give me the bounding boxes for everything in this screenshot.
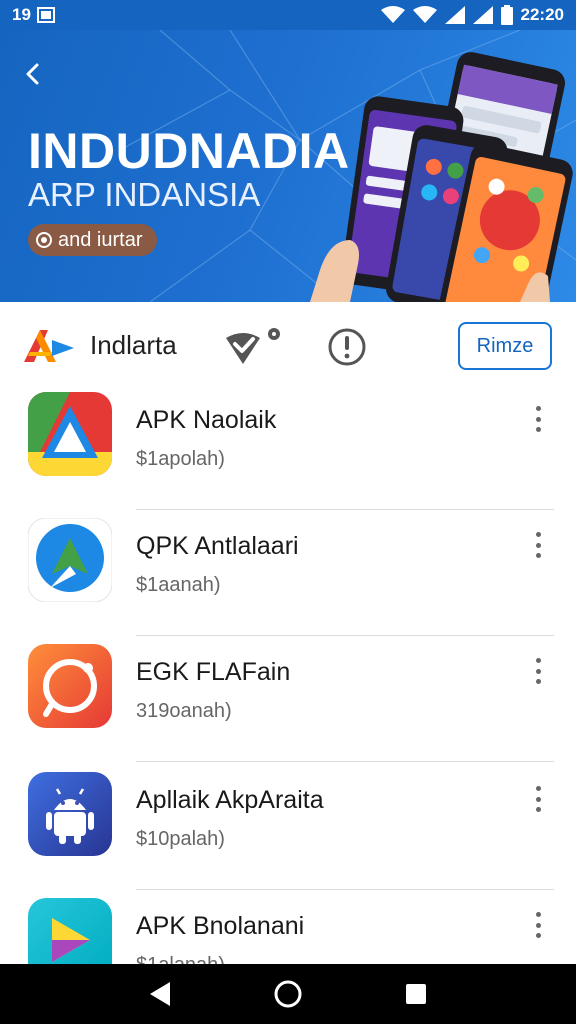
signal-secondary-icon [472,6,493,24]
primary-action-button[interactable]: Rimze [458,322,552,370]
hero-chip[interactable]: and iurtar [28,224,157,256]
home-circle-icon [274,980,302,1008]
app-title: APK Naolaik [136,406,277,434]
app-title: Apllaik AkpAraita [136,786,324,814]
hero-title: INDUDNADIA [28,123,350,179]
battery-icon [500,5,513,25]
nav-back-button[interactable] [140,974,180,1014]
toolbar: Indlarta Rimze [0,302,576,390]
nav-recents-button[interactable] [396,974,436,1014]
app-subtitle: 319oanah) [136,700,232,722]
gradient-arrow-app-icon [28,898,112,964]
status-clock-left: 19 [12,5,31,24]
orange-ring-app-icon [28,644,112,728]
signal-icon [444,6,465,24]
brand-logo-icon [24,330,74,362]
more-options-icon[interactable] [526,528,550,562]
brand-name: Indlarta [90,330,177,360]
blue-arrow-app-icon [28,518,112,602]
shield-check-icon[interactable] [222,324,284,370]
app-title: APK Bnolanani [136,912,305,940]
divider [136,761,554,762]
more-options-icon[interactable] [526,908,550,942]
hand-left [310,240,359,302]
app-title: QPK Antlalaari [136,532,299,560]
app-title: EGK FLAFain [136,658,291,686]
back-button[interactable] [16,56,52,92]
list-item[interactable]: QPK Antlalaari $1aanah) [0,510,576,636]
hero-banner: INDUDNADIA ARP INDANSIA and iurtar [0,30,576,302]
list-item[interactable]: EGK FLAFain 319oanah) [0,636,576,762]
status-bar: 19 22:20 [0,0,576,30]
more-options-icon[interactable] [526,654,550,688]
back-triangle-icon [150,982,170,1006]
app-subtitle: $10palah) [136,828,225,850]
status-right: 22:20 [380,5,564,25]
tri-color-triangle-icon [28,392,112,476]
app-list: APK Naolaik $1apolah) QPK Antlalaari $1a… [0,384,576,964]
app-subtitle: $1aanah) [136,574,221,596]
arrow-left-icon [26,63,39,85]
navigation-bar [0,964,576,1024]
app-subtitle: $1apolah) [136,448,225,470]
recents-square-icon [406,984,426,1004]
app-subtitle: $1alanah) [136,954,225,964]
info-icon[interactable] [326,326,368,368]
play-circle-icon [36,232,52,248]
more-options-icon[interactable] [526,402,550,436]
hero-subtitle: ARP INDANSIA [28,176,261,213]
gallery-notification-icon [36,7,55,23]
list-item[interactable]: Apllaik AkpAraita $10palah) [0,764,576,890]
wifi-secondary-icon [412,6,437,24]
android-robot-icon [28,772,112,856]
more-options-icon[interactable] [526,782,550,816]
phones-illustration [310,52,573,302]
status-left: 19 [12,5,55,25]
status-clock: 22:20 [520,5,564,24]
list-item[interactable]: APK Bnolanani $1alanah) [0,890,576,964]
hero-chip-label: and iurtar [58,228,143,251]
wifi-icon [380,6,405,24]
list-item[interactable]: APK Naolaik $1apolah) [0,384,576,510]
nav-home-button[interactable] [268,974,308,1014]
